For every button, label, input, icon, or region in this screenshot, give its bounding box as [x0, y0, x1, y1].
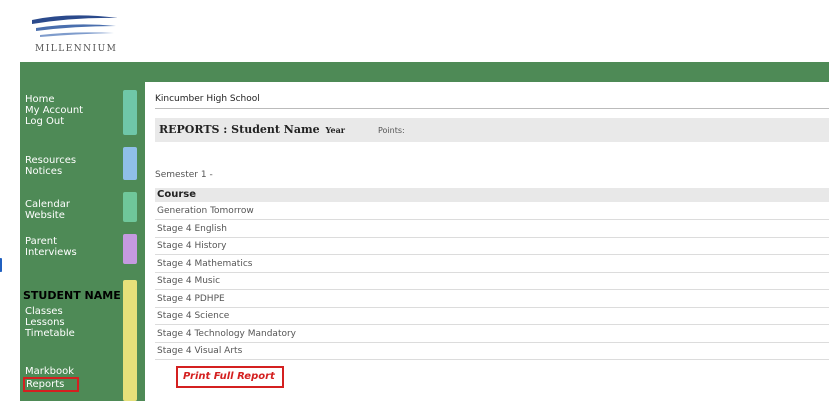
nav-group-classes: Classes Lessons Timetable [25, 306, 75, 339]
course-name: Stage 4 Visual Arts [157, 346, 243, 356]
nav-group-calendar: Calendar Website [25, 199, 70, 221]
nav-classes[interactable]: Classes [25, 306, 75, 317]
print-full-report-link[interactable]: Print Full Report [183, 371, 275, 382]
nav-markbook[interactable]: Markbook [25, 366, 79, 377]
course-name: Stage 4 PDHPE [157, 293, 225, 304]
nav-home[interactable]: Home [25, 94, 83, 105]
millennium-logo-mark [32, 15, 118, 37]
tab-marker-parent [123, 234, 137, 264]
course-row: Stage 4 Music [155, 273, 829, 290]
brand-name: MILLENNIUM [35, 44, 118, 54]
logo: MILLENNIUM [0, 0, 150, 62]
course-name: Stage 4 Mathematics [157, 258, 253, 269]
course-row: Stage 4 Mathematics [155, 256, 829, 273]
nav-notices[interactable]: Notices [25, 166, 76, 177]
course-row: Stage 4 Science [155, 308, 829, 325]
course-row: Stage 4 History [155, 238, 829, 255]
nav-group-markbook: Markbook Reports [23, 366, 79, 392]
edge-marker [0, 258, 6, 272]
tab-marker-resources [123, 147, 137, 180]
reports-header: REPORTS : Student Name Year Points: [155, 118, 829, 142]
course-name: Generation Tomorrow [157, 206, 254, 216]
tab-marker-classes [123, 280, 137, 401]
reports-title-text: REPORTS : Student Name [159, 123, 320, 136]
nav-reports[interactable]: Reports [23, 377, 79, 392]
school-name: Kincumber High School [155, 94, 260, 104]
course-header-label: Course [157, 189, 196, 200]
tab-marker-account [123, 90, 137, 135]
nav-interviews-label: Interviews [25, 247, 77, 258]
points-label: Points: [378, 126, 405, 135]
student-name: STUDENT NAME [23, 289, 121, 302]
nav-calendar[interactable]: Calendar [25, 199, 70, 210]
course-name: Stage 4 Technology Mandatory [157, 328, 297, 339]
print-full-report-highlight: Print Full Report [176, 366, 284, 388]
course-row: Generation Tomorrow [155, 203, 829, 220]
course-name: Stage 4 Science [157, 311, 230, 321]
course-row: Stage 4 Visual Arts [155, 343, 829, 360]
nav-group-resources: Resources Notices [25, 155, 76, 177]
nav-log-out[interactable]: Log Out [25, 116, 83, 127]
year-label: Year [325, 125, 345, 135]
course-row: Stage 4 English [155, 221, 829, 238]
semester-label: Semester 1 - [155, 170, 213, 180]
nav-parent-label: Parent [25, 236, 58, 247]
divider [155, 108, 829, 109]
sidebar: Home My Account Log Out Resources Notice… [20, 82, 145, 401]
course-row: Stage 4 Technology Mandatory [155, 326, 829, 343]
course-name: Stage 4 History [157, 241, 227, 251]
nav-parent-interviews[interactable]: Parent Interviews [25, 236, 77, 258]
nav-group-account: Home My Account Log Out [25, 94, 83, 127]
tab-marker-calendar [123, 192, 137, 222]
course-row: Stage 4 PDHPE [155, 291, 829, 308]
nav-resources[interactable]: Resources [25, 155, 76, 166]
nav-lessons[interactable]: Lessons [25, 317, 75, 328]
course-name: Stage 4 English [157, 223, 227, 234]
course-name: Stage 4 Music [157, 276, 221, 286]
course-table-header: Course [155, 188, 829, 202]
reports-title: REPORTS : Student Name Year [159, 123, 345, 136]
nav-timetable[interactable]: Timetable [25, 328, 75, 339]
top-bar [20, 62, 829, 82]
nav-my-account[interactable]: My Account [25, 105, 83, 116]
main-content: Kincumber High School REPORTS : Student … [145, 82, 829, 401]
nav-group-parent: Parent Interviews [25, 236, 77, 258]
nav-website[interactable]: Website [25, 210, 70, 221]
